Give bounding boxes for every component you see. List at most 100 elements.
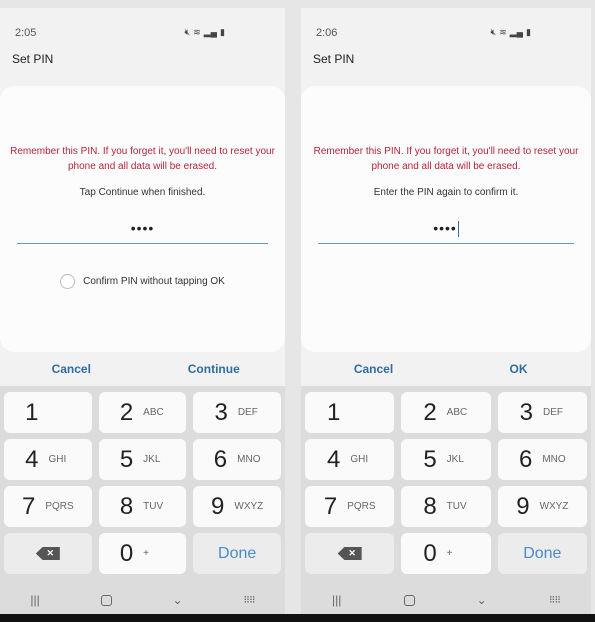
key-letters: DEF xyxy=(543,407,563,418)
key-number: 2 xyxy=(119,398,134,426)
key-number: 0 xyxy=(119,539,134,567)
key-number: 4 xyxy=(25,445,39,473)
key-6[interactable]: 6 MNO xyxy=(193,439,281,480)
key-letters: JKL xyxy=(143,454,161,465)
radio-button[interactable] xyxy=(60,274,76,289)
key-letters: GHI xyxy=(350,454,369,465)
status-time: 2:06 xyxy=(316,27,338,39)
pin-value: •••• xyxy=(433,220,457,236)
key-3[interactable]: 3 DEF xyxy=(193,392,281,433)
key-letters: PQRS xyxy=(347,501,376,512)
pin-card: Remember this PIN. If you forget it, you… xyxy=(0,86,285,352)
key-number: 6 xyxy=(213,445,228,473)
pin-input[interactable]: •••• xyxy=(17,220,268,244)
key-2[interactable]: 2 ABC xyxy=(401,392,491,433)
home-icon[interactable] xyxy=(403,594,415,606)
key-letters: + xyxy=(446,548,453,559)
key-letters: GHI xyxy=(48,454,67,465)
screen-set-pin: 2:05 🔇︎ ≋ ▂▄ ▮ Set PIN Remember this PIN… xyxy=(0,8,285,614)
done-key[interactable]: Done xyxy=(193,533,281,574)
key-number: 0 xyxy=(423,539,437,567)
cancel-button[interactable]: Cancel xyxy=(301,358,446,380)
key-9[interactable]: 9 WXYZ xyxy=(193,486,281,527)
hint-text: Enter the PIN again to confirm it. xyxy=(373,187,519,198)
key-letters: JKL xyxy=(446,454,464,465)
key-number: 1 xyxy=(326,398,341,426)
key-letters: TUV xyxy=(446,501,467,512)
battery-icon: ▮ xyxy=(220,27,225,37)
backspace-key[interactable]: ✕ xyxy=(4,533,92,574)
key-letters: WXYZ xyxy=(234,501,264,512)
key-4[interactable]: 4 GHI xyxy=(305,439,395,480)
ok-button[interactable]: OK xyxy=(446,358,591,380)
done-label: Done xyxy=(218,544,257,562)
key-8[interactable]: 8 TUV xyxy=(98,486,187,527)
key-number: 8 xyxy=(423,492,437,520)
keyboard-icon[interactable]: ⠿⠿ xyxy=(243,595,255,606)
key-letters: MNO xyxy=(237,454,261,465)
key-letters: + xyxy=(143,548,150,559)
numeric-keypad: 1 2 ABC 3 DEF 4 GHI 5 JKL 6 MNO 7 PQRS 8 TUV 9W… xyxy=(0,386,285,614)
key-number: 9 xyxy=(516,492,530,520)
key-number: 1 xyxy=(25,398,39,426)
pin-input[interactable]: •••• xyxy=(318,220,574,244)
key-number: 6 xyxy=(518,445,533,473)
key-number: 7 xyxy=(323,492,338,520)
key-5[interactable]: 5 JKL xyxy=(98,439,187,480)
key-letters: ABC xyxy=(143,407,164,418)
key-letters: PQRS xyxy=(45,501,74,512)
battery-icon: ▮ xyxy=(526,27,531,37)
hint-text: Tap Continue when finished. xyxy=(79,187,206,198)
pin-card: Remember this PIN. If you forget it, you… xyxy=(301,86,591,352)
pin-value: •••• xyxy=(130,220,155,236)
key-5[interactable]: 5 JKL xyxy=(401,439,491,480)
bottom-bar xyxy=(0,614,595,622)
key-6[interactable]: 6 MNO xyxy=(497,439,587,480)
wifi-icon: ≋ xyxy=(499,27,507,37)
continue-button[interactable]: Continue xyxy=(143,358,286,380)
signal-icon: ▂▄ xyxy=(203,27,218,37)
status-bar: 2:05 🔇︎ ≋ ▂▄ ▮ xyxy=(15,27,225,43)
option-label: Confirm PIN without tapping OK xyxy=(83,276,225,287)
mute-icon: 🔇︎ xyxy=(490,27,497,37)
navigation-bar: ||| ⌄ ⠿⠿ xyxy=(0,588,285,612)
key-letters: DEF xyxy=(237,407,258,418)
key-number: 5 xyxy=(423,445,437,473)
key-letters: WXYZ xyxy=(539,501,569,512)
key-8[interactable]: 8 TUV xyxy=(401,486,491,527)
keyboard-icon[interactable]: ⠿⠿ xyxy=(549,595,561,606)
key-3[interactable]: 3 DEF xyxy=(497,392,587,433)
screen-confirm-pin: 2:06 🔇︎ ≋ ▂▄ ▮ Set PIN Remember this PIN… xyxy=(301,8,591,614)
key-1[interactable]: 1 xyxy=(4,392,92,433)
done-label: Done xyxy=(523,544,562,562)
key-number: 3 xyxy=(214,398,228,426)
recents-icon[interactable]: ||| xyxy=(332,593,341,607)
mute-icon: 🔇︎ xyxy=(184,27,191,37)
back-icon[interactable]: ⌄ xyxy=(477,593,487,607)
back-icon[interactable]: ⌄ xyxy=(172,593,182,607)
key-letters: TUV xyxy=(143,501,164,512)
home-icon[interactable] xyxy=(100,594,112,606)
key-letters: ABC xyxy=(446,407,468,418)
page-title: Set PIN xyxy=(313,52,355,66)
key-2[interactable]: 2 ABC xyxy=(98,392,187,433)
key-1[interactable]: 1 xyxy=(305,392,395,433)
key-0[interactable]: 0 + xyxy=(98,533,187,574)
key-0[interactable]: 0 + xyxy=(401,533,491,574)
key-9[interactable]: 9 WXYZ xyxy=(497,486,587,527)
key-4[interactable]: 4 GHI xyxy=(4,439,92,480)
key-7[interactable]: 7 PQRS xyxy=(305,486,395,527)
backspace-key[interactable]: ✕ xyxy=(305,533,395,574)
confirm-without-ok-option[interactable]: Confirm PIN without tapping OK xyxy=(0,274,285,289)
key-letters: MNO xyxy=(542,454,566,465)
recents-icon[interactable]: ||| xyxy=(30,593,39,607)
cancel-button[interactable]: Cancel xyxy=(0,358,143,380)
key-number: 8 xyxy=(119,492,134,520)
status-time: 2:05 xyxy=(15,27,37,39)
done-key[interactable]: Done xyxy=(497,533,587,574)
status-bar: 2:06 🔇︎ ≋ ▂▄ ▮ xyxy=(316,27,531,43)
navigation-bar: ||| ⌄ ⠿⠿ xyxy=(301,588,591,612)
numeric-keypad: 1 2 ABC 3 DEF 4 GHI 5 JKL 6 MNO 7 PQRS 8 TUV 9W… xyxy=(301,386,591,614)
key-number: 9 xyxy=(211,492,225,520)
key-7[interactable]: 7 PQRS xyxy=(4,486,92,527)
